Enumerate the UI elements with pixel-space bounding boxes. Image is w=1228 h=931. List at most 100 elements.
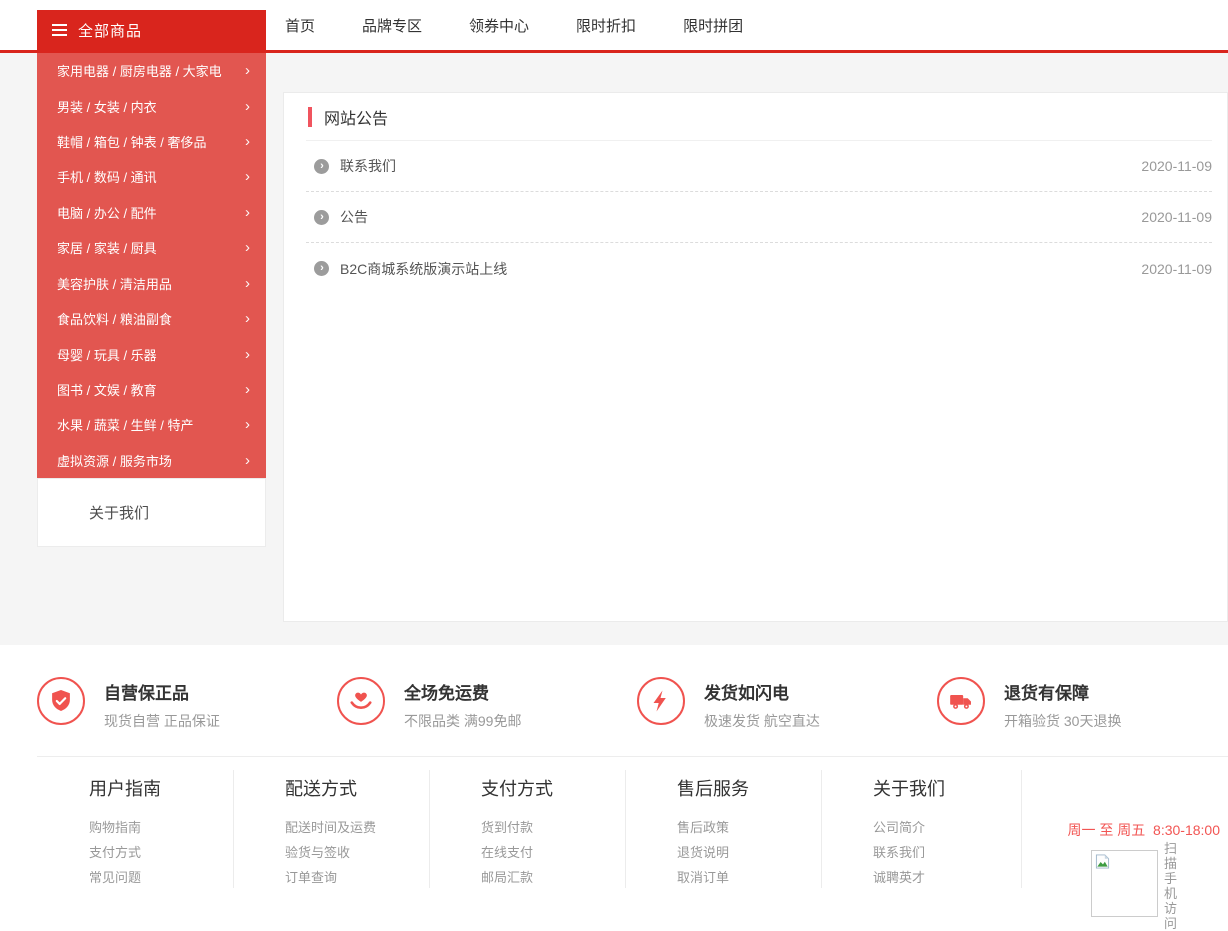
footer-link[interactable]: 货到付款 xyxy=(481,815,625,840)
footer-link[interactable]: 常见问题 xyxy=(89,865,233,890)
column-divider xyxy=(429,770,430,888)
column-divider xyxy=(233,770,234,888)
qr-caption: 扫描手机访问 xyxy=(1164,841,1178,931)
feature-fast-delivery: 发货如闪电 极速发货 航空直达 xyxy=(637,677,820,731)
category-label: 水果 / 蔬菜 / 生鲜 / 特产 xyxy=(57,418,194,434)
feature-genuine: 自营保正品 现货自营 正品保证 xyxy=(37,677,220,731)
announcement-date: 2020-11-09 xyxy=(1141,158,1212,174)
sidebar-category-home[interactable]: 家居 / 家装 / 厨具 › xyxy=(37,230,266,265)
feature-subtitle: 现货自营 正品保证 xyxy=(104,713,220,729)
announcement-date: 2020-11-09 xyxy=(1141,260,1212,277)
sidebar-category-books[interactable]: 图书 / 文娱 / 教育 › xyxy=(37,372,266,407)
sidebar-category-fresh[interactable]: 水果 / 蔬菜 / 生鲜 / 特产 › xyxy=(37,407,266,442)
footer-column-title: 关于我们 xyxy=(873,779,945,799)
hamburger-icon xyxy=(52,24,67,36)
announcement-row[interactable]: › 公告 2020-11-09 xyxy=(306,192,1212,243)
footer-link[interactable]: 验货与签收 xyxy=(285,840,429,865)
footer-column-title: 配送方式 xyxy=(285,779,357,799)
footer-column-after-sales: 售后服务 售后政策 退货说明 取消订单 xyxy=(625,757,821,890)
sidebar-category-beauty[interactable]: 美容护肤 / 清洁用品 › xyxy=(37,266,266,301)
category-label: 手机 / 数码 / 通讯 xyxy=(57,170,157,186)
chevron-right-icon: › xyxy=(245,416,250,434)
footer-link[interactable]: 诚聘英才 xyxy=(873,865,1017,890)
chevron-right-icon: › xyxy=(245,133,250,151)
announcement-link[interactable]: 联系我们 xyxy=(340,156,1141,176)
column-divider xyxy=(625,770,626,888)
category-sidebar: 家用电器 / 厨房电器 / 大家电 › 男装 / 女装 / 内衣 › 鞋帽 / … xyxy=(37,53,266,478)
footer-column-delivery: 配送方式 配送时间及运费 验货与签收 订单查询 xyxy=(233,757,429,890)
nav-item-brands[interactable]: 品牌专区 xyxy=(362,15,422,36)
service-features: 自营保正品 现货自营 正品保证 全场免运费 不限品类 满99免邮 发货如闪电 极… xyxy=(37,645,1228,757)
circle-arrow-icon: › xyxy=(314,158,329,174)
feature-subtitle: 开箱验货 30天退换 xyxy=(1004,713,1122,729)
sidebar-category-shoes-bags[interactable]: 鞋帽 / 箱包 / 钟表 / 奢侈品 › xyxy=(37,124,266,159)
chevron-right-icon: › xyxy=(245,62,250,80)
nav-item-groupbuy[interactable]: 限时拼团 xyxy=(683,15,743,36)
sidebar-category-appliances[interactable]: 家用电器 / 厨房电器 / 大家电 › xyxy=(37,53,266,88)
category-label: 男装 / 女装 / 内衣 xyxy=(57,99,157,115)
all-products-button[interactable]: 全部商品 xyxy=(37,10,266,50)
category-label: 虚拟资源 / 服务市场 xyxy=(57,453,172,469)
category-label: 图书 / 文娱 / 教育 xyxy=(57,383,157,398)
announcement-date: 2020-11-09 xyxy=(1141,209,1212,225)
about-us-label: 关于我们 xyxy=(89,505,150,522)
footer-link[interactable]: 购物指南 xyxy=(89,815,233,840)
footer-link[interactable]: 联系我们 xyxy=(873,840,1017,865)
sidebar-category-phones[interactable]: 手机 / 数码 / 通讯 › xyxy=(37,159,266,194)
footer: 自营保正品 现货自营 正品保证 全场免运费 不限品类 满99免邮 发货如闪电 极… xyxy=(0,645,1228,931)
category-label: 家用电器 / 厨房电器 / 大家电 xyxy=(57,64,222,80)
category-label: 鞋帽 / 箱包 / 钟表 / 奢侈品 xyxy=(57,135,207,151)
chevron-right-icon: › xyxy=(245,274,250,292)
feature-subtitle: 不限品类 满99免邮 xyxy=(404,713,522,729)
qr-code-image xyxy=(1091,850,1158,917)
announcement-row[interactable]: › B2C商城系统版演示站上线 2020-11-09 xyxy=(306,243,1212,294)
main-nav: 首页 品牌专区 领券中心 限时折扣 限时拼团 xyxy=(285,0,743,50)
nav-item-discount[interactable]: 限时折扣 xyxy=(576,15,636,36)
footer-link[interactable]: 退货说明 xyxy=(677,840,821,865)
feature-returns: 退货有保障 开箱验货 30天退换 xyxy=(937,677,1121,731)
footer-link[interactable]: 公司简介 xyxy=(873,815,1017,840)
sidebar-category-virtual[interactable]: 虚拟资源 / 服务市场 › xyxy=(37,443,266,478)
announcement-link[interactable]: 公告 xyxy=(340,207,1141,227)
sidebar-category-computers[interactable]: 电脑 / 办公 / 配件 › xyxy=(37,195,266,230)
footer-column-title: 用户指南 xyxy=(89,779,161,799)
column-divider xyxy=(1021,770,1022,888)
footer-link[interactable]: 支付方式 xyxy=(89,840,233,865)
circle-arrow-icon: › xyxy=(314,261,329,276)
footer-link[interactable]: 在线支付 xyxy=(481,840,625,865)
title-marker xyxy=(308,106,312,127)
page-title: 网站公告 xyxy=(324,110,389,128)
category-label: 母婴 / 玩具 / 乐器 xyxy=(57,347,157,363)
all-products-label: 全部商品 xyxy=(78,22,143,40)
chevron-right-icon: › xyxy=(245,310,250,328)
lightning-icon xyxy=(637,677,685,725)
broken-image-icon xyxy=(1095,854,1110,869)
chevron-right-icon: › xyxy=(245,239,250,257)
footer-link[interactable]: 取消订单 xyxy=(677,865,821,890)
sidebar-category-clothing[interactable]: 男装 / 女装 / 内衣 › xyxy=(37,88,266,123)
announcement-link[interactable]: B2C商城系统版演示站上线 xyxy=(340,259,1141,279)
category-label: 美容护肤 / 清洁用品 xyxy=(57,276,172,292)
feature-title: 发货如闪电 xyxy=(704,684,789,703)
footer-link[interactable]: 配送时间及运费 xyxy=(285,815,429,840)
sidebar-category-baby-toys[interactable]: 母婴 / 玩具 / 乐器 › xyxy=(37,336,266,371)
announcement-row[interactable]: › 联系我们 2020-11-09 xyxy=(306,141,1212,192)
footer-column-title: 支付方式 xyxy=(481,779,553,799)
nav-item-coupons[interactable]: 领券中心 xyxy=(469,15,529,36)
feature-title: 退货有保障 xyxy=(1004,684,1089,703)
announcements-panel: 网站公告 › 联系我们 2020-11-09 › 公告 2020-11-09 ›… xyxy=(283,92,1228,622)
chevron-right-icon: › xyxy=(245,97,250,115)
feature-title: 全场免运费 xyxy=(404,684,489,703)
column-divider xyxy=(821,770,822,888)
footer-link[interactable]: 售后政策 xyxy=(677,815,821,840)
footer-link[interactable]: 邮局汇款 xyxy=(481,865,625,890)
footer-link[interactable]: 订单查询 xyxy=(285,865,429,890)
sidebar-item-about-us[interactable]: 关于我们 xyxy=(37,478,266,547)
chevron-right-icon: › xyxy=(245,381,250,398)
nav-item-home[interactable]: 首页 xyxy=(285,15,315,36)
sidebar-category-food[interactable]: 食品饮料 / 粮油副食 › xyxy=(37,301,266,336)
shield-check-icon xyxy=(37,677,85,725)
truck-icon xyxy=(937,677,985,725)
category-label: 食品饮料 / 粮油副食 xyxy=(57,312,172,328)
footer-column-payment: 支付方式 货到付款 在线支付 邮局汇款 xyxy=(429,757,625,890)
